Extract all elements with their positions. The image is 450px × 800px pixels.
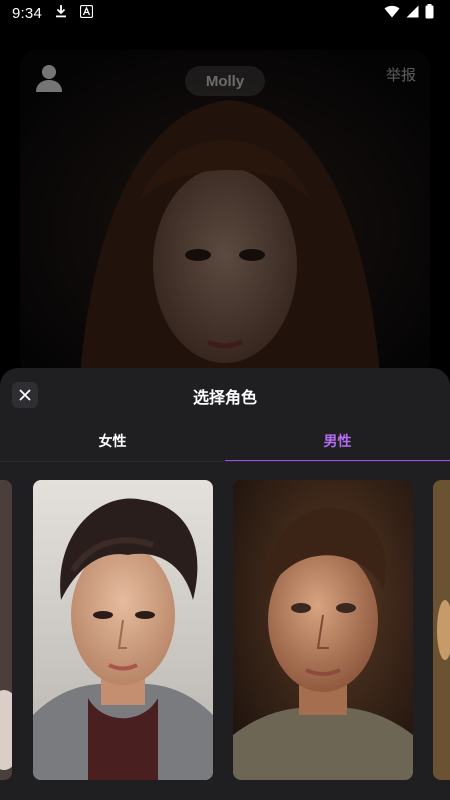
download-icon	[54, 4, 68, 22]
tab-female[interactable]: 女性	[0, 420, 225, 462]
wifi-icon	[384, 5, 400, 22]
status-time: 9:34	[12, 4, 42, 22]
gender-tabs: 女性 男性	[0, 420, 450, 462]
tabs-divider	[0, 461, 450, 462]
status-bar: 9:34	[0, 0, 450, 26]
background-character-card: Molly 举报	[20, 50, 430, 376]
select-character-sheet: 选择角色 女性 男性	[0, 368, 450, 800]
character-carousel[interactable]	[0, 480, 450, 780]
character-name-pill: Molly	[185, 66, 265, 96]
tab-male[interactable]: 男性	[225, 420, 450, 462]
sheet-header: 选择角色	[0, 368, 450, 420]
character-card-young-man[interactable]	[233, 480, 413, 780]
dim-overlay	[20, 50, 430, 376]
a-notification-icon	[79, 4, 94, 22]
battery-icon	[425, 3, 434, 23]
sheet-title: 选择角色	[192, 388, 257, 407]
signal-icon	[406, 5, 419, 22]
person-icon[interactable]	[36, 64, 62, 96]
character-card-partial-right[interactable]	[433, 480, 450, 780]
character-card-partial-left[interactable]	[0, 480, 12, 780]
report-button[interactable]: 举报	[386, 64, 416, 85]
character-card-asian-man[interactable]	[33, 480, 213, 780]
